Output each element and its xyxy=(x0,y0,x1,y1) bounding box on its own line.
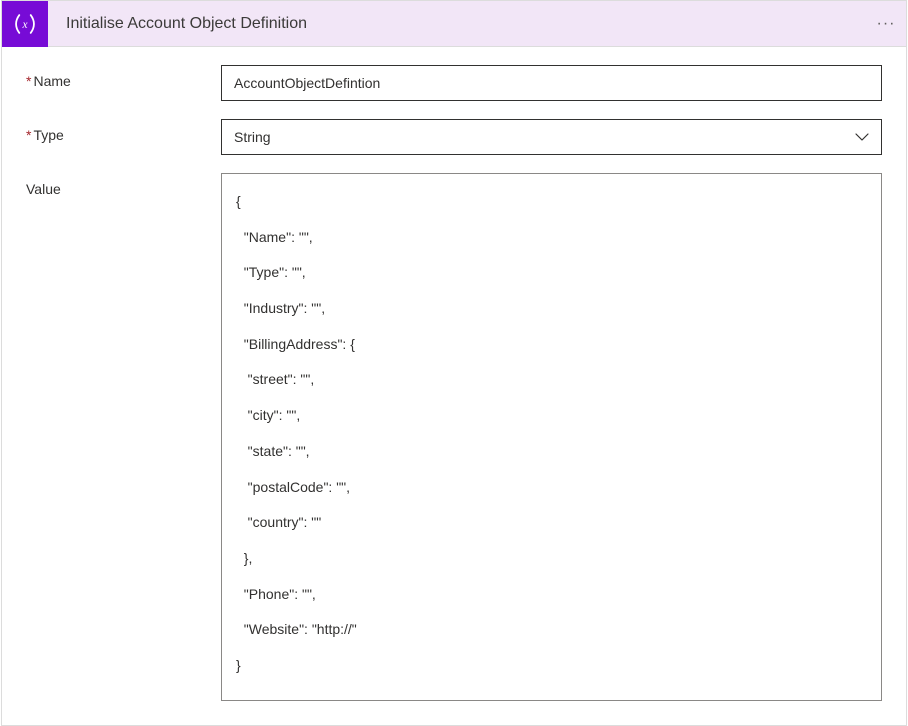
value-label: Value xyxy=(26,173,221,197)
name-input[interactable] xyxy=(221,65,882,101)
type-label: *Type xyxy=(26,119,221,143)
variable-icon-svg: x xyxy=(12,11,38,37)
type-row: *Type String xyxy=(26,119,882,155)
name-label: *Name xyxy=(26,65,221,89)
type-dropdown[interactable]: String xyxy=(221,119,882,155)
value-textarea[interactable]: { "Name": "", "Type": "", "Industry": ""… xyxy=(221,173,882,701)
card-title: Initialise Account Object Definition xyxy=(66,15,866,33)
svg-text:x: x xyxy=(21,19,27,31)
name-row: *Name xyxy=(26,65,882,101)
chevron-down-icon xyxy=(855,130,869,144)
action-card: x Initialise Account Object Definition ·… xyxy=(1,0,907,726)
card-header: x Initialise Account Object Definition ·… xyxy=(2,1,906,47)
value-row: Value { "Name": "", "Type": "", "Industr… xyxy=(26,173,882,701)
type-dropdown-value: String xyxy=(234,129,855,145)
type-label-text: Type xyxy=(33,127,63,143)
card-body: *Name *Type String Value { "Name": "", "… xyxy=(2,47,906,725)
name-label-text: Name xyxy=(33,73,70,89)
ellipsis-icon: ··· xyxy=(877,15,896,33)
more-options-button[interactable]: ··· xyxy=(866,1,906,47)
variable-icon: x xyxy=(2,1,48,47)
required-marker: * xyxy=(26,127,31,143)
required-marker: * xyxy=(26,73,31,89)
